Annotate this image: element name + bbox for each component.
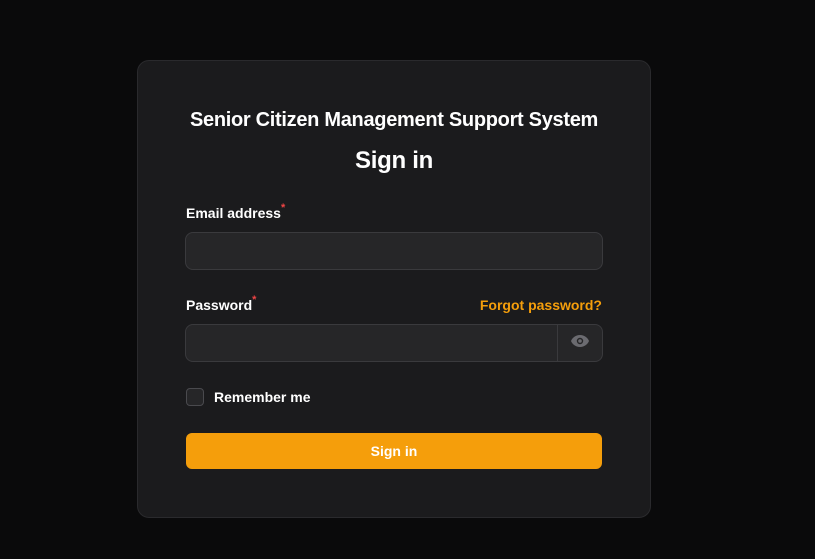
password-field[interactable] — [186, 325, 557, 361]
sign-in-card: Senior Citizen Management Support System… — [137, 60, 651, 518]
password-label-text: Password — [186, 297, 253, 313]
required-mark: * — [252, 294, 257, 306]
eye-icon — [570, 334, 590, 353]
remember-me-row: Remember me — [186, 388, 311, 406]
remember-me-label[interactable]: Remember me — [214, 389, 311, 405]
email-field-wrapper — [185, 232, 603, 270]
forgot-password-link[interactable]: Forgot password? — [480, 297, 602, 313]
toggle-password-visibility-button[interactable] — [557, 325, 602, 361]
sign-in-button[interactable]: Sign in — [186, 433, 602, 469]
app-title: Senior Citizen Management Support System — [189, 109, 599, 131]
email-label-text: Email address — [186, 205, 281, 221]
email-label: Email address* — [186, 202, 286, 221]
password-field-wrapper — [185, 324, 603, 362]
remember-me-checkbox[interactable] — [186, 388, 204, 406]
email-field[interactable] — [186, 233, 602, 269]
required-mark: * — [280, 202, 286, 214]
password-label: Password* — [186, 294, 257, 313]
page-title: Sign in — [355, 147, 433, 174]
